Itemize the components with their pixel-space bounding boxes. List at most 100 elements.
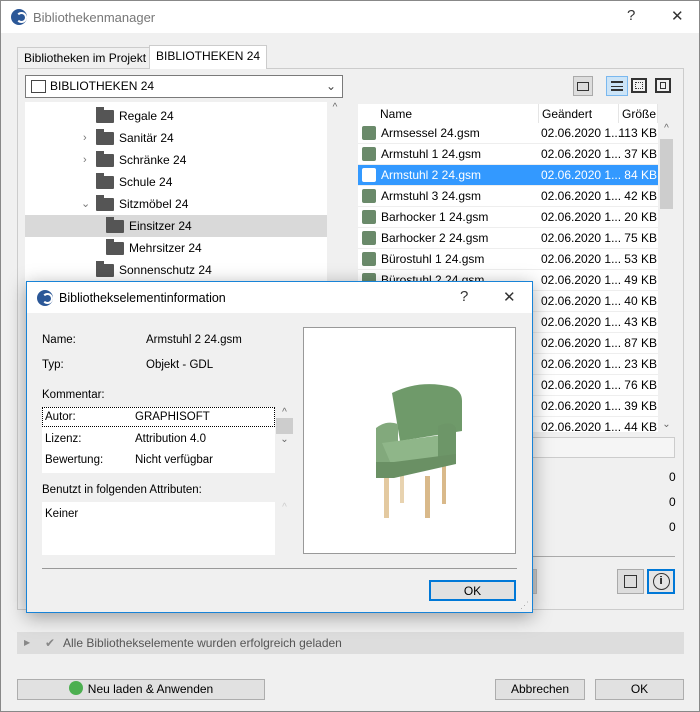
comment-value: Nicht verfügbar	[135, 454, 213, 466]
file-changed: 02.06.2020 1...	[541, 315, 622, 329]
scroll-down-icon[interactable]: ⌄	[276, 434, 293, 445]
comment-value: Attribution 4.0	[135, 433, 206, 445]
column-header-name[interactable]: Name	[377, 104, 539, 123]
scrollbar-thumb[interactable]	[660, 139, 673, 209]
column-header-size[interactable]: Größe	[619, 104, 658, 123]
folder-icon	[106, 217, 124, 233]
ok-button[interactable]: OK	[595, 679, 684, 700]
tree-item-label: Sonnenschutz 24	[119, 263, 212, 277]
tree-item-label: Mehrsitzer 24	[129, 241, 202, 255]
app-logo-icon	[11, 9, 27, 25]
file-row[interactable]: Armstuhl 3 24.gsm 02.06.2020 1... 42 KB	[358, 186, 658, 207]
chevron-right-icon[interactable]: ›	[83, 149, 87, 171]
column-header-changed[interactable]: Geändert	[539, 104, 619, 123]
folder-icon	[96, 173, 114, 189]
reload-icon	[68, 681, 83, 695]
file-row[interactable]: Armsessel 24.gsm 02.06.2020 1... 113 KB	[358, 123, 658, 144]
file-size: 37 KB	[624, 147, 657, 161]
folder-icon	[96, 107, 114, 123]
used-in-scrollbar[interactable]: ^	[276, 502, 293, 555]
folder-icon	[96, 129, 114, 145]
file-size: 42 KB	[624, 189, 657, 203]
file-size: 76 KB	[624, 378, 657, 392]
folder-icon	[96, 195, 114, 211]
file-row[interactable]: Bürostuhl 1 24.gsm 02.06.2020 1... 53 KB	[358, 249, 658, 270]
help-button[interactable]: ?	[627, 7, 635, 24]
armchair-preview-icon	[376, 384, 462, 518]
reload-apply-button[interactable]: Neu laden & Anwenden	[17, 679, 265, 700]
tree-item[interactable]: ⌄ Sitzmöbel 24	[25, 193, 327, 215]
file-changed: 02.06.2020 1...	[541, 126, 622, 140]
scroll-up-icon[interactable]: ^	[658, 123, 675, 139]
tree-scrollbar[interactable]: ^	[327, 102, 343, 282]
expand-icon[interactable]: ▶	[24, 632, 30, 654]
file-changed: 02.06.2020 1...	[541, 147, 622, 161]
used-in-label: Benutzt in folgenden Attributen:	[42, 484, 202, 496]
file-changed: 02.06.2020 1...	[541, 420, 622, 432]
scrollbar-thumb[interactable]	[276, 418, 293, 434]
parent-folder-button[interactable]	[573, 76, 593, 96]
used-in-list[interactable]: Keiner	[42, 502, 275, 555]
cancel-button[interactable]: Abbrechen	[495, 679, 585, 700]
tree-item[interactable]: Mehrsitzer 24	[25, 237, 327, 259]
tab-libraries-24[interactable]: BIBLIOTHEKEN 24	[149, 45, 268, 69]
dialog-help-button[interactable]: ?	[460, 288, 468, 305]
save-icon	[624, 575, 637, 588]
grid-view-icon	[635, 82, 643, 89]
file-name: Armstuhl 1 24.gsm	[381, 147, 482, 161]
comment-value: GRAPHISOFT	[135, 411, 210, 423]
file-changed: 02.06.2020 1...	[541, 399, 622, 413]
chevron-right-icon[interactable]: ›	[83, 127, 87, 149]
tree-item[interactable]: Regale 24	[25, 105, 327, 127]
file-changed: 02.06.2020 1...	[541, 168, 622, 182]
folder-icon	[106, 239, 124, 255]
scroll-up-icon[interactable]: ^	[276, 407, 293, 418]
close-button[interactable]: ✕	[671, 7, 684, 25]
comment-label: Kommentar:	[42, 389, 105, 401]
dialog-divider	[42, 568, 517, 569]
folder-up-icon	[577, 82, 589, 91]
file-size: 39 KB	[624, 399, 657, 413]
tree-item-label: Sanitär 24	[119, 131, 174, 145]
type-value: Objekt - GDL	[146, 359, 214, 371]
chevron-down-icon: ⌄	[325, 79, 336, 93]
file-row[interactable]: Barhocker 2 24.gsm 02.06.2020 1... 75 KB	[358, 228, 658, 249]
scroll-down-icon[interactable]: ⌄	[658, 419, 675, 430]
file-list-scrollbar[interactable]: ^ ⌄	[658, 123, 675, 432]
comment-list[interactable]: Autor: GRAPHISOFT Lizenz: Attribution 4.…	[42, 407, 275, 473]
tree-item-label: Einsitzer 24	[129, 219, 192, 233]
tree-item[interactable]: Sonnenschutz 24	[25, 259, 327, 281]
file-size: 113 KB	[618, 126, 657, 140]
grid-view-button[interactable]	[631, 78, 647, 93]
comment-key: Lizenz:	[45, 433, 82, 445]
info-button[interactable]: i	[647, 569, 675, 594]
file-changed: 02.06.2020 1...	[541, 273, 622, 287]
list-view-button[interactable]	[606, 76, 628, 96]
resize-grip-icon[interactable]: ⋰	[520, 600, 529, 611]
comment-scrollbar[interactable]: ^ ⌄	[276, 407, 293, 473]
dialog-title-bar: Bibliothekselementinformation ? ✕	[27, 282, 532, 313]
file-row[interactable]: Barhocker 1 24.gsm 02.06.2020 1... 20 KB	[358, 207, 658, 228]
tree-item[interactable]: Schule 24	[25, 171, 327, 193]
file-row[interactable]: Armstuhl 2 24.gsm 02.06.2020 1... 84 KB	[358, 165, 658, 186]
dialog-ok-button[interactable]: OK	[429, 580, 516, 601]
library-icon	[31, 80, 46, 93]
app-logo-icon	[37, 289, 53, 306]
tree-item[interactable]: › Schränke 24	[25, 149, 327, 171]
dialog-title: Bibliothekselementinformation	[59, 290, 226, 305]
library-dropdown[interactable]: BIBLIOTHEKEN 24 ⌄	[25, 75, 343, 98]
file-row[interactable]: Armstuhl 1 24.gsm 02.06.2020 1... 37 KB	[358, 144, 658, 165]
dialog-close-button[interactable]: ✕	[503, 288, 516, 306]
tab-libraries-in-project[interactable]: Bibliotheken im Projekt	[17, 47, 154, 68]
tree-item[interactable]: › Sanitär 24	[25, 127, 327, 149]
name-value: Armstuhl 2 24.gsm	[146, 334, 242, 346]
chair-thumbnail-icon	[362, 147, 376, 161]
file-size: 75 KB	[624, 231, 657, 245]
file-name: Barhocker 2 24.gsm	[381, 231, 489, 245]
chevron-down-icon[interactable]: ⌄	[81, 193, 90, 215]
preview-view-button[interactable]	[655, 78, 671, 93]
status-bar: ▶ ✔ Alle Bibliothekselemente wurden erfo…	[17, 632, 684, 654]
tree-item-selected[interactable]: Einsitzer 24	[25, 215, 327, 237]
chair-thumbnail-icon	[362, 168, 376, 182]
save-export-button[interactable]	[617, 569, 644, 594]
